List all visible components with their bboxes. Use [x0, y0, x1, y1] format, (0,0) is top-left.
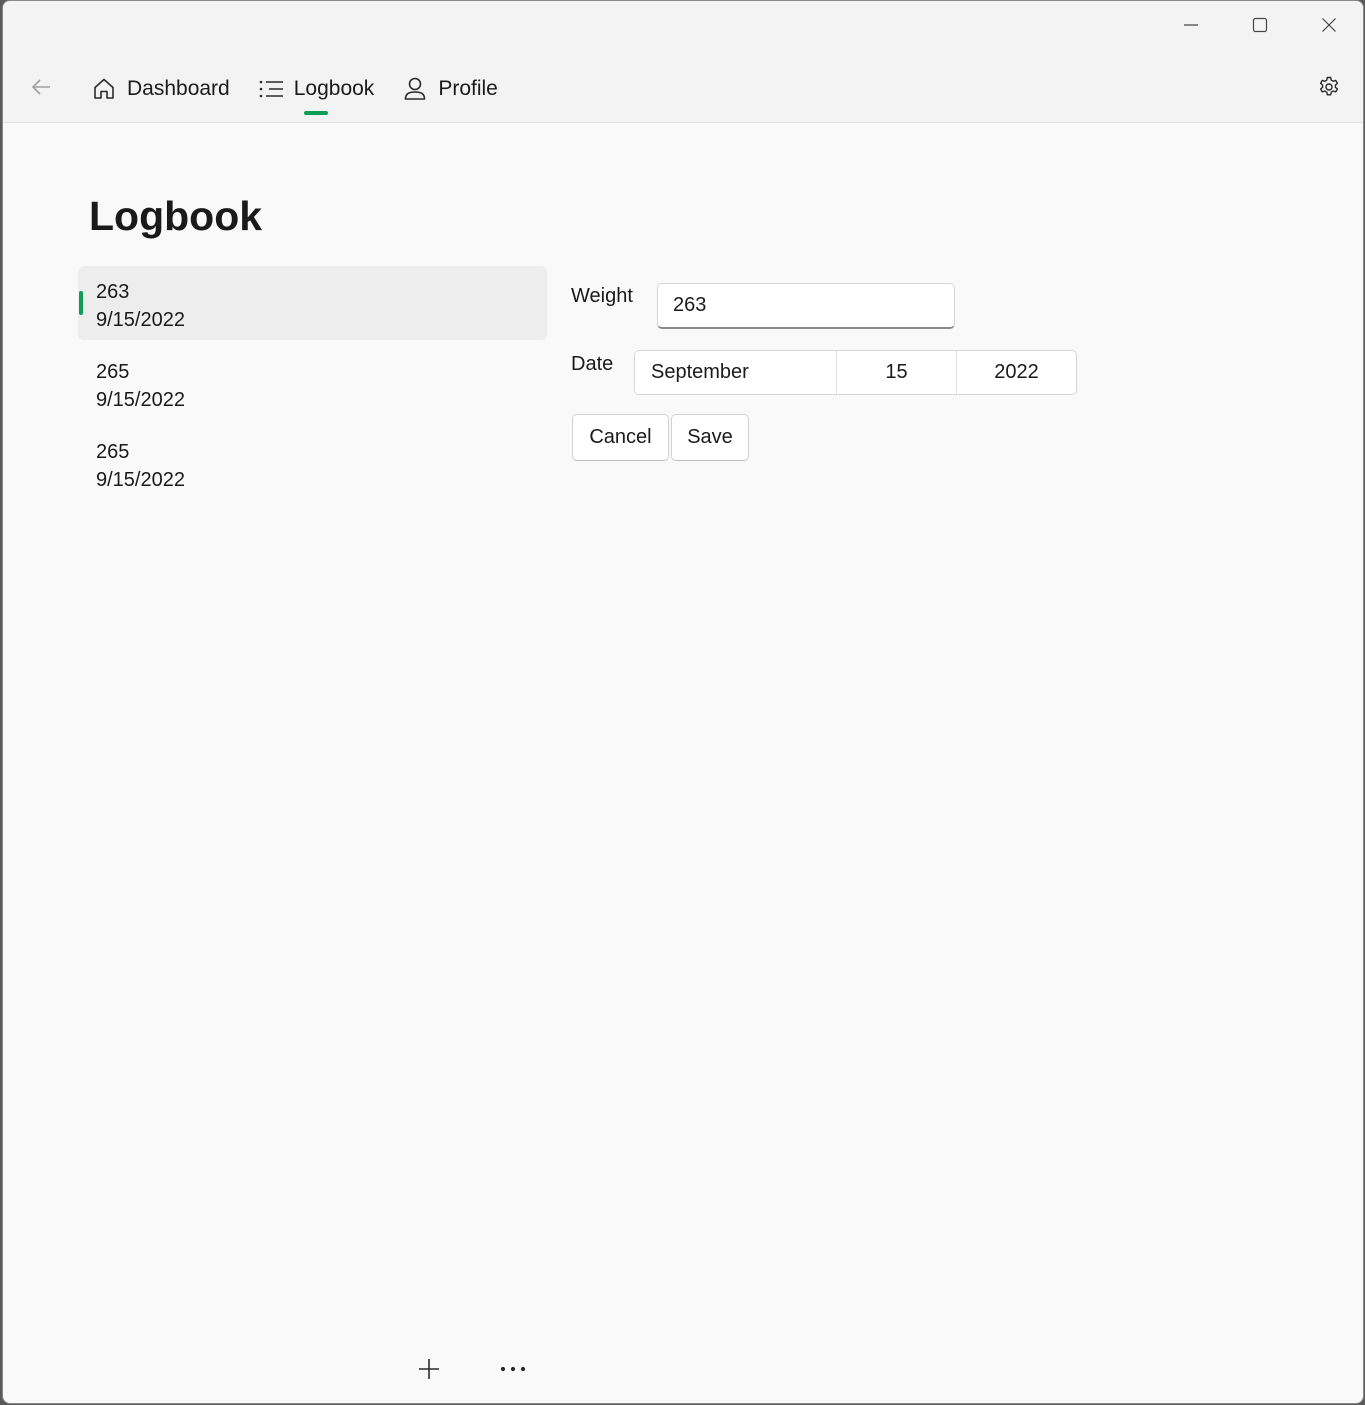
close-icon	[1322, 18, 1336, 32]
date-year[interactable]: 2022	[957, 351, 1076, 394]
list-item[interactable]: 263 9/15/2022	[78, 266, 547, 340]
list-item[interactable]: 265 9/15/2022	[78, 426, 547, 500]
close-button[interactable]	[1306, 5, 1352, 45]
logbook-list: 263 9/15/2022 265 9/15/2022 265 9/15/202…	[78, 266, 547, 506]
maximize-button[interactable]	[1237, 5, 1283, 45]
date-month[interactable]: September	[635, 351, 837, 394]
gear-icon	[1319, 76, 1339, 96]
nav-item-logbook[interactable]: Logbook	[250, 63, 383, 115]
app-window: Dashboard Logbook Profile Logbook 263 9/…	[2, 0, 1364, 1404]
entry-weight: 263	[96, 281, 130, 303]
top-navigation: Dashboard Logbook Profile	[83, 63, 518, 115]
selected-indicator	[79, 291, 83, 315]
settings-button[interactable]	[1309, 67, 1349, 107]
date-day[interactable]: 15	[837, 351, 957, 394]
nav-item-label: Dashboard	[127, 77, 230, 100]
entry-weight: 265	[96, 441, 130, 463]
maximize-icon	[1252, 17, 1268, 33]
nav-item-profile[interactable]: Profile	[394, 63, 506, 115]
nav-item-dashboard[interactable]: Dashboard	[83, 63, 238, 115]
nav-item-label: Logbook	[293, 77, 375, 100]
home-icon	[91, 76, 117, 102]
date-picker[interactable]: September 15 2022	[634, 350, 1077, 395]
command-bar	[403, 1345, 571, 1393]
more-button[interactable]	[487, 1345, 539, 1393]
plus-icon	[419, 1359, 439, 1379]
page-title: Logbook	[89, 193, 263, 239]
back-button[interactable]	[21, 67, 61, 107]
entry-date: 9/15/2022	[96, 469, 185, 491]
entry-weight: 265	[96, 361, 130, 383]
add-button[interactable]	[403, 1345, 455, 1393]
date-label: Date	[571, 353, 614, 375]
title-bar: Dashboard Logbook Profile	[3, 1, 1363, 123]
arrow-left-icon	[31, 79, 50, 95]
minimize-icon	[1184, 24, 1198, 26]
save-button[interactable]: Save	[671, 414, 749, 461]
minimize-button[interactable]	[1168, 5, 1214, 45]
nav-item-label: Profile	[438, 77, 498, 100]
more-icon	[500, 1366, 526, 1372]
entry-date: 9/15/2022	[96, 309, 185, 331]
list-icon	[258, 76, 284, 102]
person-icon	[402, 76, 428, 102]
list-item[interactable]: 265 9/15/2022	[78, 346, 547, 420]
weight-input[interactable]	[657, 283, 955, 329]
cancel-button[interactable]: Cancel	[572, 414, 669, 461]
weight-label: Weight	[571, 285, 633, 307]
selected-indicator	[304, 111, 329, 115]
entry-date: 9/15/2022	[96, 389, 185, 411]
